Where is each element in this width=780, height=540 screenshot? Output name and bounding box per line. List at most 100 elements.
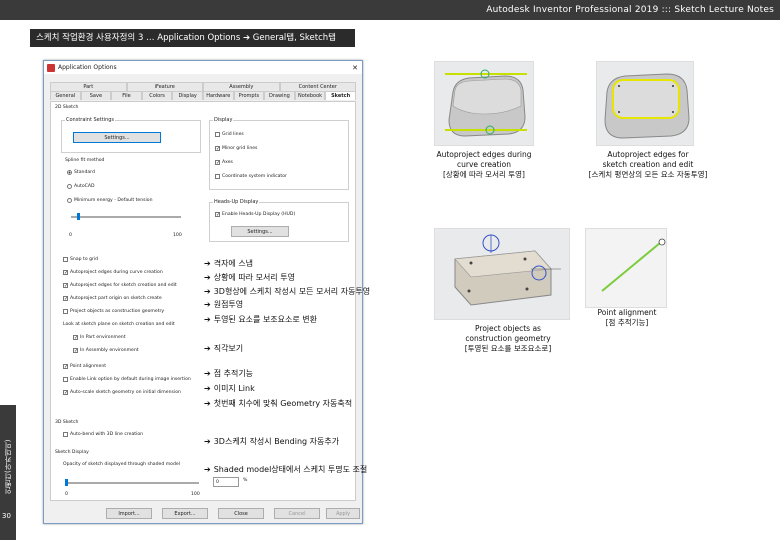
- caption-autoproject-edit: Autoproject edges for sketch creation an…: [560, 150, 736, 180]
- point-alignment-checkbox[interactable]: ✓ Point alignment: [63, 364, 107, 370]
- spline-standard-option[interactable]: Standard: [67, 170, 95, 175]
- caption-line: sketch creation and edit: [602, 160, 694, 169]
- import-button[interactable]: Import...: [106, 508, 152, 519]
- cancel-button[interactable]: Cancel: [274, 508, 320, 519]
- annotation-text: 직각보기: [213, 344, 244, 353]
- annotation-image-link: ➔ 이미지 Link: [204, 383, 255, 394]
- arrow-icon: ➔: [204, 384, 211, 393]
- tab-hardware[interactable]: Hardware: [202, 91, 234, 100]
- checkbox-label: Autoproject edges for sketch creation an…: [70, 283, 177, 288]
- caption-project-construction: Project objects as construction geometry…: [440, 324, 576, 354]
- spline-autocad-option[interactable]: AutoCAD: [67, 184, 95, 189]
- tab-assembly[interactable]: Assembly: [203, 82, 280, 91]
- minor-grid-lines-checkbox[interactable]: ✓ Minor grid lines: [215, 146, 258, 152]
- option-label: Standard: [74, 170, 95, 175]
- tab-drawing[interactable]: Drawing: [264, 91, 295, 100]
- model-icon: [445, 69, 527, 137]
- caption-point-alignment: Point alignment [점 추적기능]: [580, 308, 674, 328]
- project-construction-checkbox[interactable]: Project objects as construction geometry: [63, 309, 164, 314]
- annotation-text: 이미지 Link: [213, 384, 255, 393]
- tab-content-center[interactable]: Content Center: [279, 82, 356, 91]
- checkbox-label: Enable Heads-Up Display (HUD): [222, 212, 296, 217]
- annotation-autoproject-edit: ➔ 3D형상에 스케치 작성시 모든 모서리 자동투영: [204, 286, 370, 297]
- radio-icon: [67, 184, 72, 189]
- line-icon: [601, 238, 666, 292]
- caption-autoproject-curve: Autoproject edges during curve creation …: [414, 150, 554, 180]
- arrow-icon: ➔: [204, 437, 211, 446]
- checkbox-icon: [215, 132, 220, 137]
- coordinate-indicator-checkbox[interactable]: Coordinate system indicator: [215, 174, 287, 179]
- hud-group-title: Heads-Up Display: [213, 199, 260, 205]
- sidebar-label: 인벤터(아카데미): [4, 439, 12, 494]
- caption-line: curve creation: [456, 160, 512, 169]
- radio-icon: [67, 198, 72, 203]
- tab-notebook[interactable]: Notebook: [294, 91, 326, 100]
- dialog-button-bar: Import... Export... Close Cancel Apply: [44, 504, 362, 524]
- caption-line: [상황에 따라 모서리 투영]: [442, 170, 525, 179]
- snap-to-grid-checkbox[interactable]: Snap to grid: [63, 257, 98, 262]
- page-number: 30: [2, 512, 11, 520]
- checkbox-label: Point alignment: [70, 364, 107, 369]
- section-sketch-display: Sketch Display: [55, 450, 89, 455]
- caption-line: Autoproject edges for: [607, 150, 689, 159]
- arrow-icon: ➔: [204, 399, 211, 408]
- arrow-icon: ➔: [204, 300, 211, 309]
- caption-line: Project objects as: [475, 324, 541, 333]
- caption-line: [투영된 요소를 보조요소로]: [464, 344, 552, 353]
- constraint-settings-button[interactable]: Settings...: [73, 132, 161, 143]
- caption-line: construction geometry: [465, 334, 551, 343]
- tension-max-label: 100: [173, 233, 182, 238]
- annotation-text: 격자에 스냅: [213, 259, 254, 268]
- checkbox-label: Minor grid lines: [222, 146, 258, 151]
- checkbox-icon: ✓: [215, 160, 221, 166]
- annotation-text: 원점투영: [213, 300, 244, 309]
- tab-file[interactable]: File: [111, 91, 142, 100]
- auto-scale-checkbox[interactable]: ✓ Auto-scale sketch geometry on initial d…: [63, 390, 181, 396]
- apply-button[interactable]: Apply: [326, 508, 360, 519]
- annotation-text: 투영된 요소를 보조요소로 변환: [213, 315, 318, 324]
- checkbox-label: Coordinate system indicator: [222, 174, 287, 179]
- arrow-icon: ➔: [204, 273, 211, 282]
- spline-minimum-energy-option[interactable]: Minimum energy - Default tension: [67, 198, 153, 203]
- checkbox-icon: [63, 309, 68, 314]
- tab-display[interactable]: Display: [172, 91, 203, 100]
- tab-save[interactable]: Save: [80, 91, 112, 100]
- tab-sketch[interactable]: Sketch: [325, 91, 356, 100]
- close-button[interactable]: Close: [218, 508, 264, 519]
- caption-line: Point alignment: [597, 308, 657, 317]
- autoproject-curve-checkbox[interactable]: ✓ Autoproject edges during curve creation: [63, 270, 163, 276]
- tab-general[interactable]: General: [50, 91, 81, 100]
- annotation-point-alignment: ➔ 점 추적기능: [204, 368, 253, 379]
- opacity-input[interactable]: 0: [213, 477, 239, 487]
- look-at-assembly-checkbox[interactable]: ✓ In Assembly environment: [73, 348, 139, 354]
- annotation-text: Shaded model상태에서 스케치 투명도 조절: [213, 465, 368, 474]
- header-title: Autodesk Inventor Professional 2019 ::: …: [486, 5, 774, 15]
- axes-checkbox[interactable]: ✓ Axes: [215, 160, 233, 166]
- spline-fit-label: Spline fit method: [65, 158, 105, 163]
- opacity-slider-track[interactable]: [65, 482, 199, 484]
- auto-bend-checkbox[interactable]: Auto-bend with 3D line creation: [63, 432, 143, 437]
- autoproject-sketch-edit-checkbox[interactable]: ✓ Autoproject edges for sketch creation a…: [63, 283, 177, 289]
- hud-enable-checkbox[interactable]: ✓ Enable Heads-Up Display (HUD): [215, 212, 296, 218]
- annotation-text: 첫번째 치수에 맞춰 Geometry 자동축적: [213, 399, 353, 408]
- close-icon[interactable]: ✕: [352, 64, 358, 72]
- image-link-checkbox[interactable]: Enable Link option by default during ima…: [63, 377, 191, 382]
- checkbox-icon: [63, 257, 68, 262]
- tension-slider-thumb[interactable]: [77, 213, 80, 220]
- checkbox-label: Snap to grid: [70, 257, 99, 262]
- tab-ifeature[interactable]: iFeature: [126, 82, 203, 91]
- grid-lines-checkbox[interactable]: Grid lines: [215, 132, 244, 137]
- look-at-part-checkbox[interactable]: ✓ In Part environment: [73, 335, 126, 341]
- hud-settings-button[interactable]: Settings...: [231, 226, 289, 237]
- export-button[interactable]: Export...: [162, 508, 208, 519]
- checkbox-label: Axes: [222, 160, 233, 165]
- tab-colors[interactable]: Colors: [141, 91, 173, 100]
- display-group-title: Display: [213, 117, 234, 123]
- tab-prompts[interactable]: Prompts: [233, 91, 265, 100]
- tab-part[interactable]: Part: [50, 82, 127, 91]
- opacity-slider-thumb[interactable]: [65, 479, 68, 486]
- autoproject-origin-checkbox[interactable]: ✓ Autoproject part origin on sketch creat…: [63, 296, 162, 302]
- opacity-max-label: 100: [191, 492, 200, 497]
- tension-slider-track[interactable]: [71, 216, 181, 218]
- annotation-construction: ➔ 투영된 요소를 보조요소로 변환: [204, 314, 317, 325]
